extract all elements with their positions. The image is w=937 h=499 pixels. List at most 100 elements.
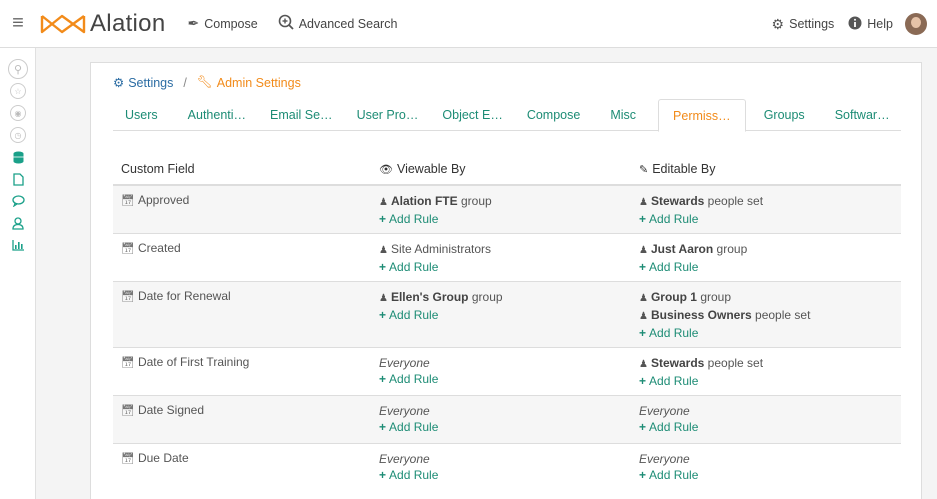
- add-rule-button[interactable]: + Add Rule: [379, 371, 623, 387]
- add-rule-button[interactable]: + Add Rule: [379, 211, 623, 227]
- add-rule-label: Add Rule: [649, 374, 699, 388]
- rule-type: group: [700, 290, 732, 304]
- compose-link[interactable]: ✒ Compose: [187, 15, 257, 32]
- tab-permissions[interactable]: Permiss…: [658, 99, 746, 132]
- rail-conversations[interactable]: [0, 190, 36, 212]
- breadcrumb-separator: /: [183, 75, 187, 90]
- plus-icon: +: [639, 260, 647, 274]
- rail-star[interactable]: ☆: [0, 80, 36, 102]
- viewable-rule: ♟ Alation FTE group: [379, 193, 623, 211]
- permissions-table: Custom Field 👁︎ Viewable By ✎ Editable By …: [113, 153, 901, 492]
- add-rule-button[interactable]: + Add Rule: [639, 259, 893, 275]
- user-icon: ♟: [639, 311, 648, 322]
- help-link[interactable]: Help: [848, 16, 893, 33]
- editable-rule: ♟ Stewards people set: [639, 355, 893, 373]
- calendar-icon: 📅︎: [121, 453, 135, 465]
- tab-users[interactable]: Users: [113, 99, 176, 131]
- rule-type: group: [471, 290, 503, 304]
- database-icon: [13, 151, 23, 163]
- tab-compose[interactable]: Compose: [515, 99, 599, 131]
- info-circle-icon: [848, 16, 862, 33]
- calendar-icon: 📅︎: [121, 405, 135, 417]
- alation-logo[interactable]: Alation: [40, 10, 165, 38]
- editable-cell: Everyone + Add Rule: [631, 443, 901, 492]
- add-rule-label: Add Rule: [649, 260, 699, 274]
- tab-software[interactable]: Softwar…: [823, 99, 902, 131]
- rule-type: people set: [707, 356, 764, 370]
- tab-object-editor[interactable]: Object E…: [430, 99, 514, 131]
- header-viewable-by: 👁︎ Viewable By: [371, 153, 631, 186]
- add-rule-label: Add Rule: [649, 212, 699, 226]
- comment-icon: [11, 195, 25, 207]
- table-row: 📅︎ Date of First Training Everyone + Add R…: [113, 347, 901, 396]
- document-icon: [12, 172, 24, 186]
- rule-type: group: [716, 242, 748, 256]
- advanced-search-label: Advanced Search: [298, 16, 398, 31]
- hamburger-menu-icon[interactable]: ≡: [0, 12, 36, 35]
- everyone-label: Everyone: [379, 404, 430, 418]
- user-icon: ♟: [639, 359, 648, 370]
- tab-misc[interactable]: Misc: [598, 99, 658, 131]
- tab-email-settings[interactable]: Email Se…: [258, 99, 345, 131]
- rail-reports[interactable]: [0, 234, 36, 256]
- rail-watch[interactable]: ◉: [0, 102, 36, 124]
- header-custom-field: Custom Field: [113, 153, 371, 186]
- add-rule-button[interactable]: + Add Rule: [639, 467, 893, 483]
- user-icon: ♟: [639, 245, 648, 256]
- add-rule-button[interactable]: + Add Rule: [639, 325, 893, 341]
- add-rule-button[interactable]: + Add Rule: [639, 419, 893, 435]
- add-rule-button[interactable]: + Add Rule: [379, 307, 623, 323]
- field-cell: 📅︎ Date Signed: [113, 395, 371, 444]
- rail-people[interactable]: [0, 212, 36, 234]
- gears-icon: ⚙: [113, 76, 125, 90]
- add-rule-button[interactable]: + Add Rule: [379, 259, 623, 275]
- editable-cell: Everyone + Add Rule: [631, 395, 901, 444]
- viewable-cell: ♟ Site Administrators + Add Rule: [371, 233, 631, 282]
- rule-type: people set: [707, 194, 764, 208]
- user-icon: ♟: [639, 197, 648, 208]
- field-cell: 📅︎ Date for Renewal: [113, 281, 371, 348]
- rule-name: Stewards: [650, 356, 705, 370]
- add-rule-button[interactable]: + Add Rule: [639, 373, 893, 389]
- star-icon: ☆: [10, 83, 26, 99]
- rail-recent[interactable]: ◷: [0, 124, 36, 146]
- viewable-rule: ♟ Site Administrators: [379, 241, 623, 259]
- rail-sources[interactable]: [0, 146, 36, 168]
- clock-icon: ◷: [10, 127, 26, 143]
- plus-icon: +: [639, 468, 647, 482]
- add-rule-button[interactable]: + Add Rule: [639, 211, 893, 227]
- tab-groups[interactable]: Groups: [746, 99, 823, 131]
- tab-user-profile[interactable]: User Pro…: [345, 99, 431, 131]
- add-rule-button[interactable]: + Add Rule: [379, 467, 623, 483]
- add-rule-label: Add Rule: [649, 420, 699, 434]
- header-viewable-label: Viewable By: [396, 161, 466, 176]
- field-name: Date of First Training: [137, 355, 250, 369]
- calendar-icon: 📅︎: [121, 291, 135, 303]
- editable-cell: ♟ Group 1 group ♟ Business Owners people s…: [631, 281, 901, 348]
- table-header-row: Custom Field 👁︎ Viewable By ✎ Editable By: [113, 153, 901, 186]
- top-navbar: ≡ Alation ✒ Compose Advanced Search ⚙ Se…: [0, 0, 937, 48]
- rail-search[interactable]: ⚲: [0, 58, 36, 80]
- tab-authentication[interactable]: Authenti…: [176, 99, 258, 131]
- breadcrumb-admin-settings[interactable]: Admin Settings: [217, 76, 301, 90]
- rule-type: group: [460, 194, 492, 208]
- feather-icon: ✒: [187, 15, 200, 31]
- table-row: 📅︎ Date Signed Everyone + Add Rule Everyon…: [113, 395, 901, 444]
- help-label: Help: [867, 17, 893, 31]
- wrench-icon: 🔧︎: [196, 75, 213, 89]
- settings-link[interactable]: ⚙ Settings: [772, 16, 835, 33]
- breadcrumb-settings[interactable]: Settings: [128, 76, 173, 90]
- viewable-rule: ♟ Ellen's Group group: [379, 289, 623, 307]
- viewable-cell: Everyone + Add Rule: [371, 443, 631, 492]
- field-name: Approved: [137, 193, 190, 207]
- rule-name: Ellen's Group: [390, 290, 469, 304]
- rail-articles[interactable]: [0, 168, 36, 190]
- viewable-cell: ♟ Alation FTE group + Add Rule: [371, 184, 631, 234]
- calendar-icon: 📅︎: [121, 357, 135, 369]
- user-avatar[interactable]: [905, 13, 927, 35]
- rule-type: people set: [755, 308, 811, 322]
- table-row: 📅︎ Approved ♟ Alation FTE group + Add Rule …: [113, 184, 901, 234]
- add-rule-button[interactable]: + Add Rule: [379, 419, 623, 435]
- advanced-search-link[interactable]: Advanced Search: [278, 14, 398, 33]
- user-icon: ♟: [379, 197, 388, 208]
